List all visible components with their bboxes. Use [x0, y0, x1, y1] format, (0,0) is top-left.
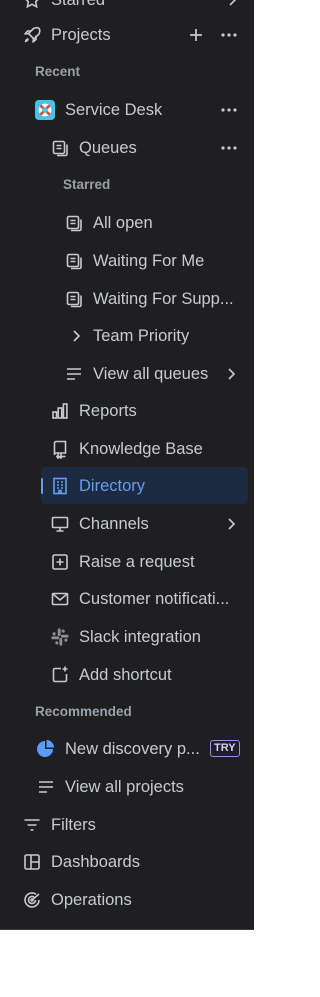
queue-label: All open: [93, 213, 153, 232]
sidebar-item-label: Starred: [51, 0, 105, 10]
queue-icon: [64, 289, 84, 309]
queue-group-label: Team Priority: [93, 326, 190, 345]
sidebar-item-label: Raise a request: [79, 552, 195, 571]
sidebar-item-label: Channels: [79, 514, 149, 533]
project-service-desk[interactable]: Service Desk: [0, 92, 254, 128]
sidebar-item-projects[interactable]: Projects: [0, 17, 254, 53]
add-shortcut-icon: [50, 665, 70, 685]
queue-item[interactable]: Waiting For Me: [0, 243, 254, 279]
list-icon: [36, 777, 56, 797]
sidebar-item-label: Customer notificati...: [79, 589, 230, 608]
sidebar-item-knowledge-base[interactable]: Knowledge Base: [0, 431, 254, 467]
monitor-icon: [50, 514, 70, 534]
chevron-right-icon[interactable]: [224, 0, 240, 8]
sidebar-item-raise-request[interactable]: Raise a request: [0, 544, 254, 580]
queue-label: Waiting For Me: [93, 251, 205, 270]
building-icon: [50, 476, 70, 496]
queue-icon: [50, 138, 70, 158]
view-all-queues-label: View all queues: [93, 364, 209, 383]
sidebar-item-starred[interactable]: Starred: [0, 0, 254, 18]
sidebar-item-label: Reports: [79, 401, 137, 420]
section-recent: Recent: [35, 64, 81, 79]
sidebar-item-customer-notifications[interactable]: Customer notificati...: [0, 581, 254, 617]
try-badge: TRY: [210, 740, 240, 757]
discovery-icon: [35, 739, 55, 759]
lifebuoy-icon: [34, 99, 56, 121]
recommended-item-discovery[interactable]: New discovery p... TRY: [0, 731, 254, 767]
sidebar-item-label: Projects: [51, 25, 111, 44]
bar-chart-icon: [50, 401, 70, 421]
chevron-right-icon[interactable]: [223, 366, 239, 382]
sidebar-item-label: Add shortcut: [79, 665, 172, 684]
sidebar-item-add-shortcut[interactable]: Add shortcut: [0, 657, 254, 693]
rocket-icon: [22, 25, 42, 45]
chevron-right-icon[interactable]: [68, 328, 84, 344]
sidebar-item-label: Directory: [79, 476, 146, 495]
recommended-item-label: New discovery p...: [65, 739, 200, 758]
queue-group-team-priority[interactable]: Team Priority: [0, 318, 254, 354]
queue-item[interactable]: Waiting For Supp...: [0, 281, 254, 317]
sidebar-item-label: Operations: [51, 890, 132, 909]
section-recommended: Recommended: [35, 704, 132, 719]
more-options-icon[interactable]: [219, 138, 239, 158]
list-icon: [64, 364, 84, 384]
sidebar-item-label: Knowledge Base: [79, 439, 203, 458]
sidebar-item-slack-integration[interactable]: Slack integration: [0, 619, 254, 655]
sidebar-item-label: Dashboards: [51, 852, 140, 871]
queue-icon: [64, 213, 84, 233]
sidebar-bottom-border: [0, 929, 254, 930]
sidebar-item-reports[interactable]: Reports: [0, 393, 254, 429]
filter-icon: [22, 815, 42, 835]
queue-icon: [64, 251, 84, 271]
sidebar: Starred Projects Recent Service Desk: [0, 0, 254, 929]
project-name: Service Desk: [65, 100, 163, 119]
operations-icon: [22, 890, 42, 910]
sidebar-item-label: Slack integration: [79, 627, 201, 646]
sidebar-item-label: Filters: [51, 815, 96, 834]
more-options-icon[interactable]: [219, 100, 239, 120]
star-icon: [22, 0, 42, 10]
sidebar-item-queues[interactable]: Queues: [0, 130, 254, 166]
view-all-projects-label: View all projects: [65, 777, 184, 796]
book-icon: [50, 439, 70, 459]
plus-square-icon: [50, 552, 70, 572]
sidebar-item-directory[interactable]: Directory: [0, 468, 254, 504]
view-all-projects[interactable]: View all projects: [0, 769, 254, 805]
sidebar-item-filters[interactable]: Filters: [0, 807, 254, 843]
add-project-icon[interactable]: [186, 25, 206, 45]
dashboard-icon: [22, 852, 42, 872]
queue-item[interactable]: All open: [0, 205, 254, 241]
slack-icon: [49, 626, 71, 648]
queue-label: Waiting For Supp...: [93, 289, 234, 308]
section-starred-queues: Starred: [63, 177, 111, 192]
sidebar-item-dashboards[interactable]: Dashboards: [0, 844, 254, 880]
view-all-queues[interactable]: View all queues: [0, 356, 254, 392]
mail-icon: [50, 589, 70, 609]
chevron-right-icon[interactable]: [223, 516, 239, 532]
more-options-icon[interactable]: [219, 25, 239, 45]
sidebar-item-channels[interactable]: Channels: [0, 506, 254, 542]
sidebar-item-label: Queues: [79, 138, 137, 157]
sidebar-item-operations[interactable]: Operations: [0, 882, 254, 918]
